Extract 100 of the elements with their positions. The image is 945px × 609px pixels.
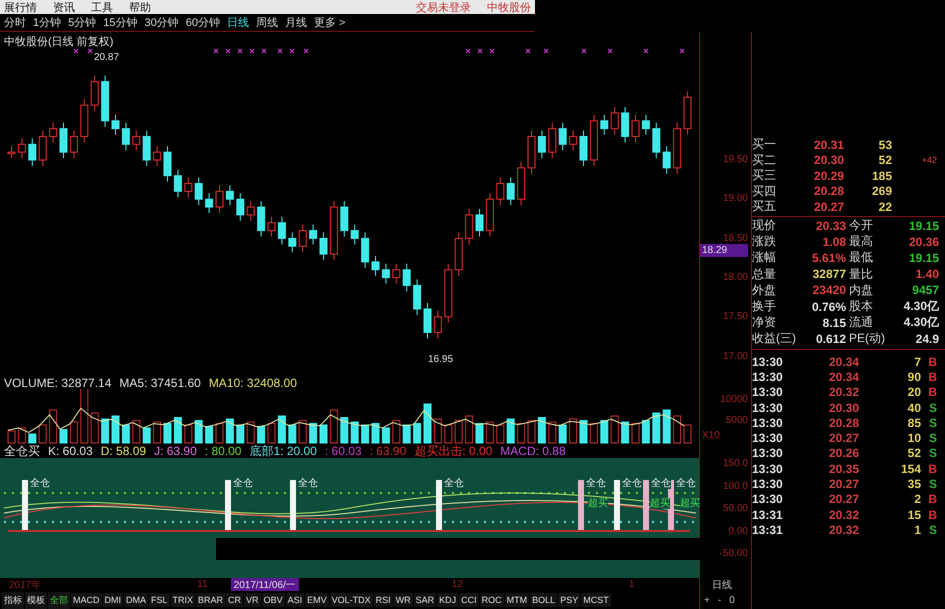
- axis-label: 19.00: [722, 194, 748, 204]
- indicator-tab[interactable]: FSL: [149, 593, 170, 607]
- indicator-tab[interactable]: RSI: [374, 593, 393, 607]
- stat-label: 今开: [848, 217, 874, 234]
- indicator-tab[interactable]: WR: [394, 593, 413, 607]
- trade-price: 20.32: [828, 385, 859, 400]
- trade-volume: 2: [913, 492, 921, 506]
- menu-item[interactable]: 工具: [91, 0, 113, 14]
- stat-value: 4.30亿: [902, 314, 939, 332]
- axis-label: 10000: [720, 395, 748, 405]
- trade-side: S: [928, 431, 937, 446]
- indicator-tab[interactable]: SAR: [414, 593, 436, 607]
- bid-price: 20.28: [812, 184, 844, 198]
- period-label: 日线: [712, 578, 732, 592]
- indicator-tab[interactable]: MACD: [71, 593, 102, 607]
- indicator-tab[interactable]: CR: [226, 593, 244, 607]
- indicator-tab[interactable]: TRIX: [170, 593, 196, 607]
- trade-side: S: [928, 400, 937, 415]
- period-tab[interactable]: 月线: [285, 15, 307, 30]
- indicator-tab[interactable]: KDJ: [437, 593, 458, 607]
- overbought-label: 超买: [588, 498, 608, 509]
- trade-side: B: [927, 370, 937, 384]
- legend-text: MA5: 37451.60: [119, 377, 201, 389]
- date-label: 11: [196, 579, 209, 590]
- stat-value: 20.33: [814, 218, 846, 233]
- trade-side: S: [928, 416, 937, 430]
- bid-price: 20.31: [812, 138, 844, 152]
- zoom-control[interactable]: 0: [729, 594, 735, 606]
- axis-label: 150.0: [722, 459, 748, 469]
- stat-label: 涨跌: [752, 233, 777, 250]
- indicator-tab[interactable]: EMV: [305, 593, 329, 607]
- period-tab[interactable]: 5分钟: [68, 15, 96, 30]
- indicator-tab[interactable]: DMA: [124, 593, 148, 607]
- axis-label: 0.00: [728, 526, 748, 536]
- date-label: 2017/11/06/一: [230, 578, 299, 592]
- indicator-tab[interactable]: OBV: [262, 593, 285, 607]
- indicator-tab[interactable]: ROC: [480, 593, 504, 607]
- indicator-tab[interactable]: BOLL: [530, 593, 558, 607]
- axis-label: 100.0: [722, 482, 748, 492]
- indicator-tab[interactable]: MCST: [581, 593, 611, 607]
- period-tab[interactable]: 60分钟: [186, 15, 220, 30]
- indicator-tab[interactable]: 模板: [25, 592, 47, 608]
- menu-item[interactable]: 资讯: [53, 0, 75, 14]
- cursor-price-tag: 18.29: [700, 244, 748, 257]
- period-tab[interactable]: 周线: [256, 15, 278, 30]
- legend-text: J: 63.90: [154, 445, 197, 457]
- trade-time: 13:30: [752, 446, 784, 460]
- bid-volume: 269: [870, 184, 892, 198]
- indicator-tab[interactable]: BRAR: [196, 593, 226, 607]
- stat-value: 1.40: [914, 267, 939, 282]
- axis-label: 18.50: [722, 234, 748, 244]
- stat-label: 最高: [848, 233, 874, 250]
- indicator-tab[interactable]: MTM: [504, 593, 530, 607]
- trade-volume: 1: [913, 522, 921, 537]
- stat-label: 换手: [752, 298, 777, 316]
- overbought-label: 超买: [650, 498, 670, 509]
- indicator-tab[interactable]: VOL-TDX: [330, 593, 373, 607]
- indicator-tab[interactable]: ASI: [286, 593, 304, 607]
- trade-time: 13:30: [752, 431, 784, 446]
- legend-text: : 80.00: [204, 445, 242, 457]
- signal-label: 全仓: [676, 478, 696, 489]
- trade-volume: 40: [906, 400, 921, 415]
- trade-side: B: [927, 354, 937, 369]
- indicator-tab[interactable]: 全部: [48, 592, 70, 608]
- signal-label: 全仓: [622, 478, 642, 489]
- indicator-tab[interactable]: PSY: [558, 593, 580, 607]
- axis-label: -50.00: [720, 549, 748, 559]
- period-tab[interactable]: 15分钟: [103, 15, 138, 30]
- low-price-label: 16.95: [428, 354, 454, 365]
- period-tab[interactable]: 30分钟: [144, 15, 179, 30]
- period-tab[interactable]: 1分钟: [33, 15, 62, 30]
- stat-value: 19.15: [908, 250, 939, 265]
- axis-label: 5000: [726, 416, 748, 426]
- trade-time: 13:30: [752, 400, 784, 415]
- stat-value: 24.9: [914, 332, 939, 346]
- trade-volume: 10: [906, 431, 921, 446]
- date-label: 2017年: [8, 578, 42, 592]
- signal-label: 全仓: [444, 478, 464, 489]
- period-tab[interactable]: 更多 >: [314, 15, 346, 30]
- indicator-tab[interactable]: 指标: [2, 592, 24, 608]
- period-tab[interactable]: 分时: [4, 15, 26, 30]
- indicator-tab[interactable]: VR: [244, 593, 261, 607]
- indicator-tab[interactable]: CCI: [459, 593, 479, 607]
- period-tab[interactable]: 日线: [227, 15, 249, 30]
- trade-time: 13:30: [752, 462, 784, 476]
- zoom-control[interactable]: +: [704, 594, 710, 606]
- legend-text: 超买出击: 0.00: [414, 445, 492, 457]
- unit-label: X10: [702, 431, 720, 441]
- menu-item[interactable]: 帮助: [129, 0, 151, 14]
- bid-volume: 52: [878, 153, 892, 167]
- trade-price: 20.26: [828, 446, 859, 460]
- legend-text: VOLUME: 32877.14: [4, 377, 112, 389]
- trade-volume: 90: [906, 370, 921, 384]
- stat-value: 8.15: [822, 316, 846, 330]
- zoom-control[interactable]: -: [718, 594, 722, 606]
- trade-volume: 7: [913, 354, 921, 369]
- indicator-tab[interactable]: DMI: [102, 593, 123, 607]
- trade-time: 13:31: [752, 522, 784, 537]
- menu-item[interactable]: 展行情: [4, 0, 37, 14]
- trade-volume: 154: [900, 462, 921, 476]
